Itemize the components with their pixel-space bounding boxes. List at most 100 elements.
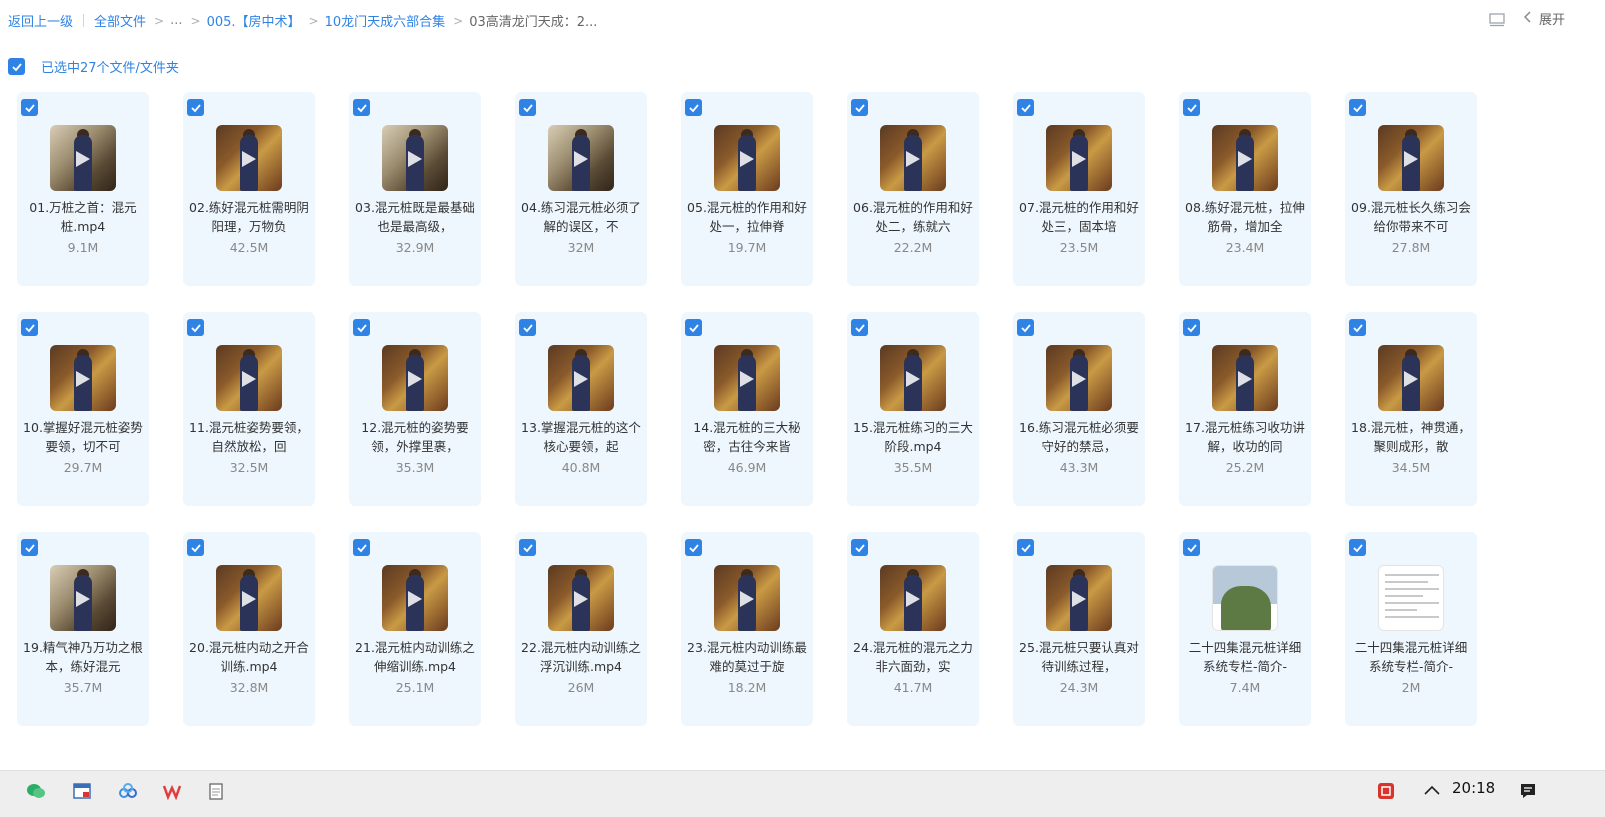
list-view-icon[interactable] [1489, 12, 1505, 26]
file-card[interactable]: 07.混元桩的作用和好处三，固本培 23.5M [1013, 92, 1145, 286]
file-size: 32.8M [229, 680, 269, 695]
notification-icon[interactable] [1518, 781, 1538, 801]
file-checkbox[interactable] [187, 319, 204, 336]
chevron-up-icon[interactable] [1422, 781, 1442, 801]
expand-button[interactable]: 展开 [1523, 9, 1565, 28]
file-card[interactable]: 13.掌握混元桩的这个核心要领，起 40.8M [515, 312, 647, 506]
file-checkbox[interactable] [353, 99, 370, 116]
file-checkbox[interactable] [851, 99, 868, 116]
notepad-icon[interactable] [204, 779, 228, 803]
file-name: 12.混元桩的姿势要领，外撑里裹， [361, 420, 469, 454]
checkmark-icon [24, 543, 35, 552]
file-name: 02.练好混元桩需明阴阳理，万物负 [189, 200, 309, 234]
file-card[interactable]: 二十四集混元桩详细系统专栏-简介- 7.4M [1179, 532, 1311, 726]
taskbar-clock[interactable]: 20:18 [1452, 779, 1495, 797]
wechat-icon[interactable] [24, 779, 48, 803]
file-card[interactable]: 16.练习混元桩必须要守好的禁忌， 43.3M [1013, 312, 1145, 506]
file-card[interactable]: 02.练好混元桩需明阴阳理，万物负 42.5M [183, 92, 315, 286]
select-all-checkbox[interactable] [8, 58, 25, 75]
file-card[interactable]: 11.混元桩姿势要领，自然放松，回 32.5M [183, 312, 315, 506]
file-card[interactable]: 05.混元桩的作用和好处一，拉伸脊 19.7M [681, 92, 813, 286]
file-checkbox[interactable] [851, 539, 868, 556]
file-checkbox[interactable] [1017, 319, 1034, 336]
file-card[interactable]: 03.混元桩既是最基础也是最高级， 32.9M [349, 92, 481, 286]
file-card[interactable]: 24.混元桩的混元之力非六面劲，实 41.7M [847, 532, 979, 726]
video-thumbnail [548, 125, 614, 191]
file-checkbox[interactable] [187, 99, 204, 116]
file-checkbox[interactable] [1349, 99, 1366, 116]
file-card[interactable]: 06.混元桩的作用和好处二，练就六 22.2M [847, 92, 979, 286]
file-checkbox[interactable] [187, 539, 204, 556]
file-card[interactable]: 19.精气神乃万功之根本，练好混元 35.7M [17, 532, 149, 726]
file-card[interactable]: 12.混元桩的姿势要领，外撑里裹， 35.3M [349, 312, 481, 506]
baidu-netdisk-icon[interactable] [116, 779, 140, 803]
checkmark-icon [1020, 103, 1031, 112]
file-card[interactable]: 14.混元桩的三大秘密，古往今来皆 46.9M [681, 312, 813, 506]
file-checkbox[interactable] [21, 319, 38, 336]
file-checkbox[interactable] [1183, 319, 1200, 336]
file-name: 25.混元桩只要认真对待训练过程， [1019, 640, 1139, 674]
checkmark-icon [854, 543, 865, 552]
video-thumbnail [880, 345, 946, 411]
image-thumbnail [1212, 565, 1278, 631]
browser-window-icon[interactable] [70, 779, 94, 803]
file-card[interactable]: 04.练习混元桩必须了解的误区，不 32M [515, 92, 647, 286]
crumb-all-files[interactable]: 全部文件 [94, 11, 146, 30]
file-size: 32.5M [229, 460, 269, 475]
play-icon [76, 591, 90, 607]
file-size: 35.5M [893, 460, 933, 475]
file-card[interactable]: 二十四集混元桩详细系统专栏-简介- 2M [1345, 532, 1477, 726]
file-checkbox[interactable] [1349, 539, 1366, 556]
checkmark-icon [190, 543, 201, 552]
file-checkbox[interactable] [1183, 539, 1200, 556]
file-card[interactable]: 22.混元桩内动训练之浮沉训练.mp4 26M [515, 532, 647, 726]
file-name: 15.混元桩练习的三大阶段.mp4 [853, 420, 973, 454]
file-name: 01.万桩之首：混元桩.mp4 [29, 200, 137, 234]
input-method-icon[interactable] [1376, 781, 1396, 801]
file-card[interactable]: 09.混元桩长久练习会给你带来不可 27.8M [1345, 92, 1477, 286]
file-card[interactable]: 17.混元桩练习收功讲解，收功的同 25.2M [1179, 312, 1311, 506]
video-thumbnail [382, 345, 448, 411]
file-checkbox[interactable] [519, 99, 536, 116]
crumb-level2[interactable]: 10龙门天成六部合集 [325, 11, 446, 30]
file-checkbox[interactable] [1017, 539, 1034, 556]
file-checkbox[interactable] [1349, 319, 1366, 336]
back-link[interactable]: 返回上一级 [8, 11, 73, 30]
play-icon [76, 151, 90, 167]
checkmark-icon [854, 103, 865, 112]
file-card[interactable]: 01.万桩之首：混元桩.mp4 9.1M [17, 92, 149, 286]
play-icon [740, 371, 754, 387]
file-card[interactable]: 20.混元桩内动之开合训练.mp4 32.8M [183, 532, 315, 726]
file-checkbox[interactable] [685, 99, 702, 116]
file-checkbox[interactable] [685, 319, 702, 336]
play-icon [408, 591, 422, 607]
file-checkbox[interactable] [1183, 99, 1200, 116]
crumb-separator-icon: > [453, 13, 464, 28]
play-icon [906, 591, 920, 607]
image-thumbnail [1378, 565, 1444, 631]
crumb-ellipsis[interactable]: ... [170, 13, 182, 28]
file-card[interactable]: 18.混元桩，神贯通，聚则成形，散 34.5M [1345, 312, 1477, 506]
file-card[interactable]: 23.混元桩内动训练最难的莫过于旋 18.2M [681, 532, 813, 726]
file-card[interactable]: 15.混元桩练习的三大阶段.mp4 35.5M [847, 312, 979, 506]
file-checkbox[interactable] [21, 539, 38, 556]
file-checkbox[interactable] [851, 319, 868, 336]
file-name: 20.混元桩内动之开合训练.mp4 [189, 640, 309, 674]
file-checkbox[interactable] [353, 539, 370, 556]
file-checkbox[interactable] [519, 319, 536, 336]
video-thumbnail [50, 345, 116, 411]
file-card[interactable]: 21.混元桩内动训练之伸缩训练.mp4 25.1M [349, 532, 481, 726]
file-checkbox[interactable] [353, 319, 370, 336]
file-card[interactable]: 25.混元桩只要认真对待训练过程， 24.3M [1013, 532, 1145, 726]
checkmark-icon [688, 103, 699, 112]
file-checkbox[interactable] [519, 539, 536, 556]
file-checkbox[interactable] [21, 99, 38, 116]
checkmark-icon [854, 323, 865, 332]
file-card[interactable]: 10.掌握好混元桩姿势要领，切不可 29.7M [17, 312, 149, 506]
file-checkbox[interactable] [685, 539, 702, 556]
wps-icon[interactable] [160, 779, 184, 803]
file-checkbox[interactable] [1017, 99, 1034, 116]
file-size: 2M [1401, 680, 1421, 695]
crumb-level1[interactable]: 005.【房中术】 [207, 11, 301, 30]
file-card[interactable]: 08.练好混元桩，拉伸筋骨，增加全 23.4M [1179, 92, 1311, 286]
